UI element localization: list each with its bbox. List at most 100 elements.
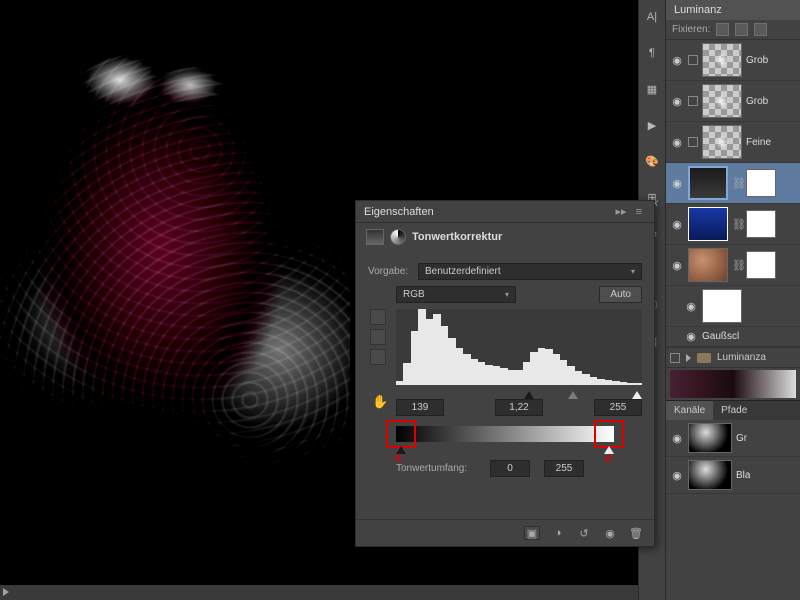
swatches-panel-icon[interactable]: ▦ (643, 80, 661, 98)
visibility-eye-icon[interactable]: ◉ (670, 177, 684, 190)
output-white-field[interactable]: 255 (544, 460, 584, 477)
layer-thumbnail[interactable] (702, 289, 742, 323)
layer-checkbox[interactable] (670, 353, 680, 363)
actions-play-icon[interactable]: ▶ (643, 116, 661, 134)
output-slider-track[interactable] (396, 442, 614, 454)
visibility-eye-icon[interactable]: ◉ (670, 432, 684, 445)
output-gradient[interactable]: 1 2 (396, 426, 614, 442)
channel-row[interactable]: ◉ Bla (666, 457, 800, 494)
channel-select[interactable]: RGB▾ (396, 286, 516, 303)
histogram-chart[interactable] (396, 309, 642, 385)
preset-select[interactable]: Benutzerdefiniert▾ (418, 263, 642, 280)
eyedropper-white-icon[interactable] (370, 349, 386, 365)
output-white-slider[interactable] (604, 446, 614, 454)
layer-row[interactable]: ◉ ⛓ (666, 204, 800, 245)
layer-row[interactable]: ◉ Gaußscl (666, 327, 800, 347)
adjustment-thumbnail[interactable] (688, 166, 728, 200)
input-black-slider[interactable] (524, 391, 534, 399)
visibility-eye-icon[interactable]: ◉ (670, 218, 684, 231)
link-icon[interactable]: ⛓ (732, 218, 742, 231)
channel-thumbnail[interactable] (688, 460, 732, 490)
layer-mask-thumbnail[interactable] (746, 251, 776, 279)
layer-mask-thumbnail[interactable] (746, 169, 776, 197)
lock-pixels-icon[interactable] (716, 23, 729, 36)
layer-checkbox[interactable] (688, 55, 698, 65)
animation-play-icon[interactable] (3, 588, 9, 596)
layer-thumbnail[interactable] (688, 248, 728, 282)
chevron-down-icon: ▾ (505, 290, 509, 299)
layer-name[interactable]: Grob (746, 96, 768, 107)
eyedropper-gray-icon[interactable] (370, 329, 386, 345)
layer-thumbnail[interactable] (688, 207, 728, 241)
layer-thumbnail-strip[interactable] (670, 370, 796, 398)
clip-to-layer-icon[interactable]: ▣ (524, 526, 540, 540)
color-panel-icon[interactable]: 🎨 (643, 152, 661, 170)
layer-checkbox[interactable] (688, 96, 698, 106)
visibility-eye-icon[interactable]: ◉ (684, 330, 698, 343)
layer-thumbnail[interactable] (702, 125, 742, 159)
group-collapse-icon[interactable] (686, 354, 691, 362)
input-gamma-slider[interactable] (568, 391, 578, 399)
channel-thumbnail[interactable] (688, 423, 732, 453)
visibility-eye-icon[interactable]: ◉ (670, 54, 684, 67)
auto-button[interactable]: Auto (599, 286, 642, 303)
layer-mask-thumbnail[interactable] (746, 210, 776, 238)
visibility-eye-icon[interactable]: ◉ (670, 469, 684, 482)
preset-label: Vorgabe: (368, 266, 412, 277)
visibility-eye-icon[interactable]: ◉ (670, 259, 684, 272)
input-gamma-field[interactable]: 1,22 (495, 399, 543, 416)
visibility-eye-icon[interactable]: ◉ (684, 300, 698, 313)
input-white-slider[interactable] (632, 391, 642, 399)
histogram-area: ✋ (396, 309, 642, 385)
layer-thumbnail[interactable] (702, 43, 742, 77)
mask-mode-icon[interactable] (390, 229, 406, 245)
link-icon[interactable]: ⛓ (732, 177, 742, 190)
layer-thumbnail[interactable] (702, 84, 742, 118)
document-canvas[interactable] (0, 0, 350, 540)
output-black-field[interactable]: 0 (490, 460, 530, 477)
delete-icon[interactable]: 🗑 (628, 526, 644, 540)
layer-row[interactable]: ◉ Grob (666, 40, 800, 81)
layer-group-row[interactable]: Luminanza (666, 347, 800, 368)
group-name[interactable]: Luminanza (717, 352, 766, 363)
eyedropper-black-icon[interactable] (370, 309, 386, 325)
lock-all-icon[interactable] (754, 23, 767, 36)
output-black-slider[interactable] (396, 446, 406, 454)
layer-row[interactable]: ◉ Feine (666, 122, 800, 163)
visibility-eye-icon[interactable]: ◉ (670, 95, 684, 108)
layer-name[interactable]: Gaußscl (702, 331, 739, 342)
layer-checkbox[interactable] (688, 137, 698, 147)
layers-panel: Luminanz Fixieren: ◉ Grob ◉ Grob ◉ Feine… (666, 0, 800, 600)
adjustment-name: Tonwertkorrektur (412, 231, 502, 243)
panel-footer: ▣ ◑ ↺ ◉ 🗑 (356, 519, 654, 546)
layer-row[interactable]: ◉ ⛓ (666, 163, 800, 204)
layer-row[interactable]: ◉ (666, 286, 800, 327)
blend-mode-select[interactable]: Luminanz (666, 0, 800, 20)
previous-state-icon[interactable]: ◑ (550, 526, 566, 540)
chevron-down-icon: ▾ (631, 267, 635, 276)
tab-paths[interactable]: Pfade (713, 401, 755, 420)
lock-position-icon[interactable] (735, 23, 748, 36)
channel-row[interactable]: ◉ Gr (666, 420, 800, 457)
panel-titlebar[interactable]: Eigenschaften ▸▸ ≡ (356, 201, 654, 223)
text-tool-icon[interactable]: A| (643, 8, 661, 26)
layer-name[interactable]: Grob (746, 55, 768, 66)
link-icon[interactable]: ⛓ (732, 259, 742, 272)
tab-channels[interactable]: Kanäle (666, 401, 713, 420)
layer-row[interactable]: ◉ ⛓ (666, 245, 800, 286)
visibility-eye-icon[interactable]: ◉ (670, 136, 684, 149)
reset-icon[interactable]: ↺ (576, 526, 592, 540)
input-black-field[interactable]: 139 (396, 399, 444, 416)
input-slider-track[interactable] (396, 385, 642, 399)
layer-list: ◉ Grob ◉ Grob ◉ Feine ◉ ⛓ ◉ ⛓ (666, 40, 800, 400)
toggle-visibility-icon[interactable]: ◉ (602, 526, 618, 540)
input-white-field[interactable]: 255 (594, 399, 642, 416)
collapse-icon[interactable]: ▸▸ (614, 205, 628, 218)
panel-menu-icon[interactable]: ≡ (632, 206, 646, 218)
channel-name: Bla (736, 470, 750, 481)
layer-row[interactable]: ◉ Grob (666, 81, 800, 122)
hand-scrubber-icon[interactable]: ✋ (372, 394, 388, 410)
horizontal-scrollbar[interactable] (0, 585, 660, 600)
layer-name[interactable]: Feine (746, 137, 771, 148)
paragraph-panel-icon[interactable]: ¶ (643, 44, 661, 62)
